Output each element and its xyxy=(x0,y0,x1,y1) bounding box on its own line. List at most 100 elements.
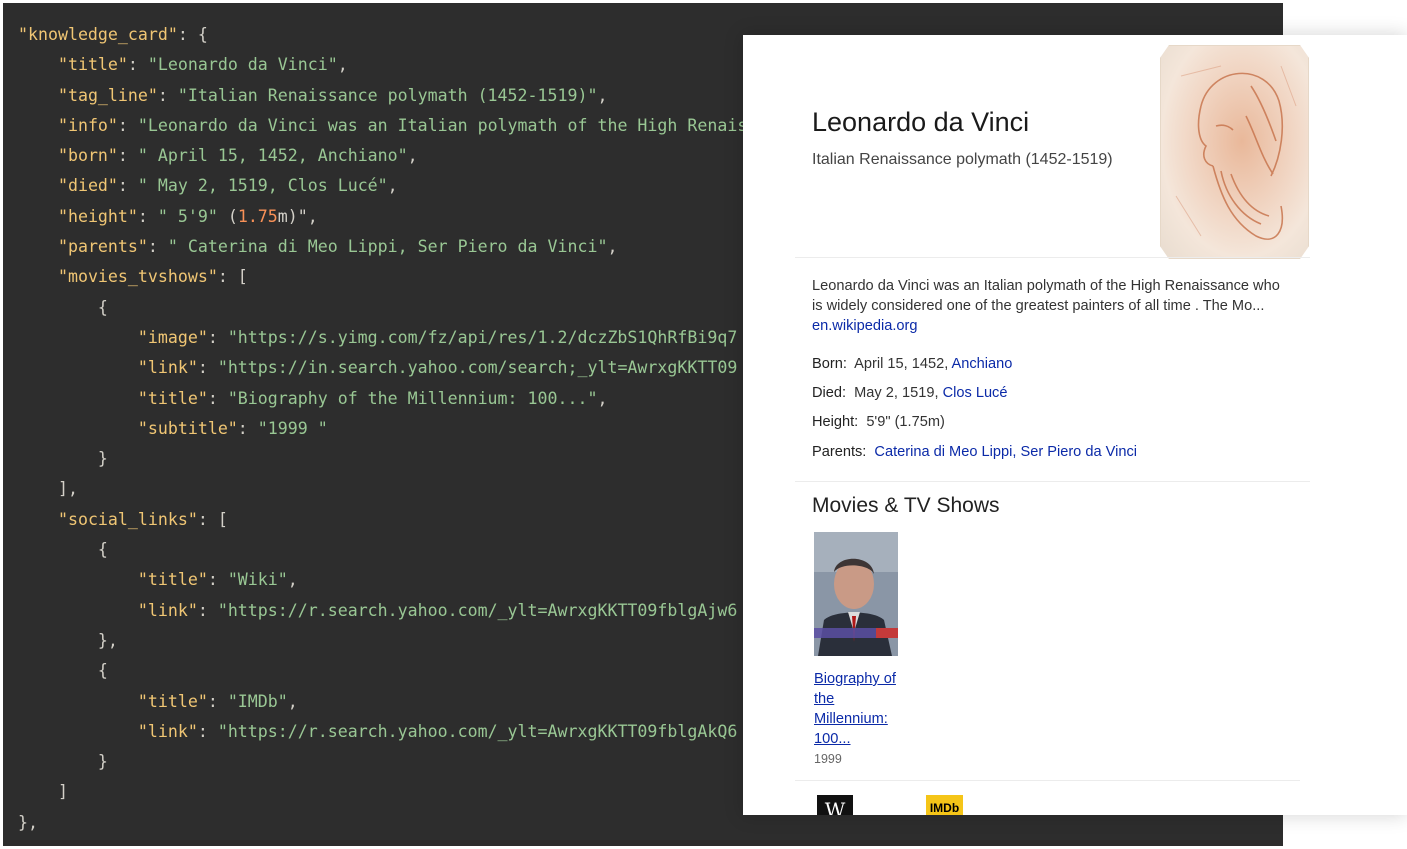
wikipedia-icon[interactable]: W xyxy=(817,795,853,815)
movie-title-link[interactable]: Biography of the Millennium: 100... xyxy=(814,669,904,749)
json-punctuation: { xyxy=(18,540,108,560)
fact-born: Born: April 15, 1452, Anchiano xyxy=(812,356,1012,372)
json-key: "died" xyxy=(57,176,118,196)
code-line: ] xyxy=(18,777,797,807)
json-punctuation: { xyxy=(18,297,108,317)
fact-height: Height: 5'9" (1.75m) xyxy=(812,414,945,430)
json-key: "movies_tvshows" xyxy=(57,267,218,287)
parent-separator: , xyxy=(1012,444,1017,460)
code-line: "title": "Leonardo da Vinci", xyxy=(18,50,797,80)
code-line: "parents": " Caterina di Meo Lippi, Ser … xyxy=(18,232,797,262)
movie-still-icon xyxy=(814,532,898,656)
json-key: "tag_line" xyxy=(57,85,158,105)
json-punctuation: : xyxy=(117,146,138,166)
json-string: " May 2, 1519, Clos Lucé" xyxy=(137,176,388,196)
knowledge-card: Leonardo da Vinci Italian Renaissance po… xyxy=(743,35,1407,815)
json-punctuation: : xyxy=(207,691,228,711)
code-line: "title": "Wiki", xyxy=(18,565,797,595)
info-text: Leonardo da Vinci was an Italian polymat… xyxy=(812,278,1280,314)
json-punctuation: : xyxy=(207,327,228,347)
json-punctuation: : xyxy=(197,358,218,378)
info-source-link[interactable]: en.wikipedia.org xyxy=(812,318,917,334)
json-punctuation: : xyxy=(207,570,228,590)
json-punctuation xyxy=(18,207,58,226)
json-string: " 5'9" xyxy=(157,206,218,226)
code-line: "link": "https://r.search.yahoo.com/_ylt… xyxy=(18,717,797,747)
code-line: "movies_tvshows": [ xyxy=(18,262,797,292)
born-label: Born: xyxy=(812,356,847,372)
movie-thumbnail[interactable] xyxy=(814,532,898,656)
json-code: "knowledge_card": { "title": "Leonardo d… xyxy=(18,20,797,838)
json-key: "height" xyxy=(57,206,138,226)
code-line: } xyxy=(18,747,797,777)
code-line: } xyxy=(18,444,797,474)
json-punctuation: { xyxy=(18,661,108,681)
json-key: "knowledge_card" xyxy=(18,25,178,44)
parents-label: Parents: xyxy=(812,444,867,460)
json-punctuation: : [ xyxy=(197,509,228,529)
json-key: "link" xyxy=(137,600,198,620)
json-punctuation: ], xyxy=(18,479,78,499)
json-punctuation: , xyxy=(337,55,348,75)
json-punctuation xyxy=(18,116,58,135)
json-punctuation: : xyxy=(117,115,138,135)
json-punctuation: } xyxy=(18,449,108,469)
code-line: "subtitle": "1999 " xyxy=(18,414,797,444)
json-key: "social_links" xyxy=(57,509,198,529)
json-punctuation: : { xyxy=(177,25,208,44)
imdb-icon[interactable]: IMDb xyxy=(926,795,963,815)
json-punctuation xyxy=(18,146,58,165)
json-string: "Italian Renaissance polymath (1452-1519… xyxy=(177,85,598,105)
json-punctuation: : xyxy=(147,237,168,257)
json-string: "https://r.search.yahoo.com/_ylt=AwrxgKK… xyxy=(217,600,738,620)
json-punctuation xyxy=(18,267,58,286)
code-line: ], xyxy=(18,474,797,504)
json-punctuation: ] xyxy=(18,782,68,802)
json-punctuation xyxy=(18,237,58,256)
json-punctuation: }, xyxy=(18,812,38,832)
code-line: "died": " May 2, 1519, Clos Lucé", xyxy=(18,171,797,201)
code-line: "height": " 5'9" (1.75m)", xyxy=(18,202,797,232)
json-string: "Wiki" xyxy=(227,570,288,590)
json-string: " April 15, 1452, Anchiano" xyxy=(137,146,408,166)
died-place-link[interactable]: Clos Lucé xyxy=(943,385,1008,401)
divider xyxy=(795,257,1310,258)
died-value: May 2, 1519, xyxy=(854,385,939,401)
portrait-image[interactable] xyxy=(1160,45,1309,259)
json-punctuation: , xyxy=(597,388,608,408)
json-punctuation: , xyxy=(287,570,298,590)
born-place-link[interactable]: Anchiano xyxy=(952,356,1013,372)
json-string: "Leonardo da Vinci was an Italian polyma… xyxy=(137,115,798,135)
divider xyxy=(795,481,1310,482)
code-line: { xyxy=(18,293,797,323)
json-punctuation: , xyxy=(287,691,298,711)
json-punctuation xyxy=(18,389,138,408)
json-string: " Caterina di Meo Lippi, Ser Piero da Vi… xyxy=(167,237,608,257)
json-punctuation xyxy=(18,570,138,589)
parent-link-2[interactable]: Ser Piero da Vinci xyxy=(1020,444,1137,460)
code-line: }, xyxy=(18,626,797,656)
movie-subtitle: 1999 xyxy=(814,752,842,766)
json-punctuation xyxy=(18,86,58,105)
json-punctuation xyxy=(18,358,138,377)
json-punctuation: , xyxy=(597,85,608,105)
json-punctuation: : xyxy=(207,388,228,408)
code-line: "born": " April 15, 1452, Anchiano", xyxy=(18,141,797,171)
code-line: "link": "https://in.search.yahoo.com/sea… xyxy=(18,353,797,383)
json-key: "title" xyxy=(137,388,208,408)
json-punctuation xyxy=(18,722,138,741)
json-punctuation: : xyxy=(117,176,138,196)
json-key: "title" xyxy=(57,55,128,75)
json-punctuation xyxy=(18,510,58,529)
json-string: "https://r.search.yahoo.com/_ylt=AwrxgKK… xyxy=(217,721,738,741)
json-punctuation: } xyxy=(18,752,108,772)
json-punctuation xyxy=(18,176,58,195)
fact-parents: Parents: Caterina di Meo Lippi, Ser Pier… xyxy=(812,444,1137,460)
parent-link-1[interactable]: Caterina di Meo Lippi xyxy=(874,444,1012,460)
movies-heading: Movies & TV Shows xyxy=(812,494,1000,517)
json-punctuation: , xyxy=(407,146,418,166)
json-key: "born" xyxy=(57,146,118,166)
code-line: "link": "https://r.search.yahoo.com/_ylt… xyxy=(18,596,797,626)
height-value: 5'9" (1.75m) xyxy=(866,414,945,430)
json-key: "link" xyxy=(137,721,198,741)
